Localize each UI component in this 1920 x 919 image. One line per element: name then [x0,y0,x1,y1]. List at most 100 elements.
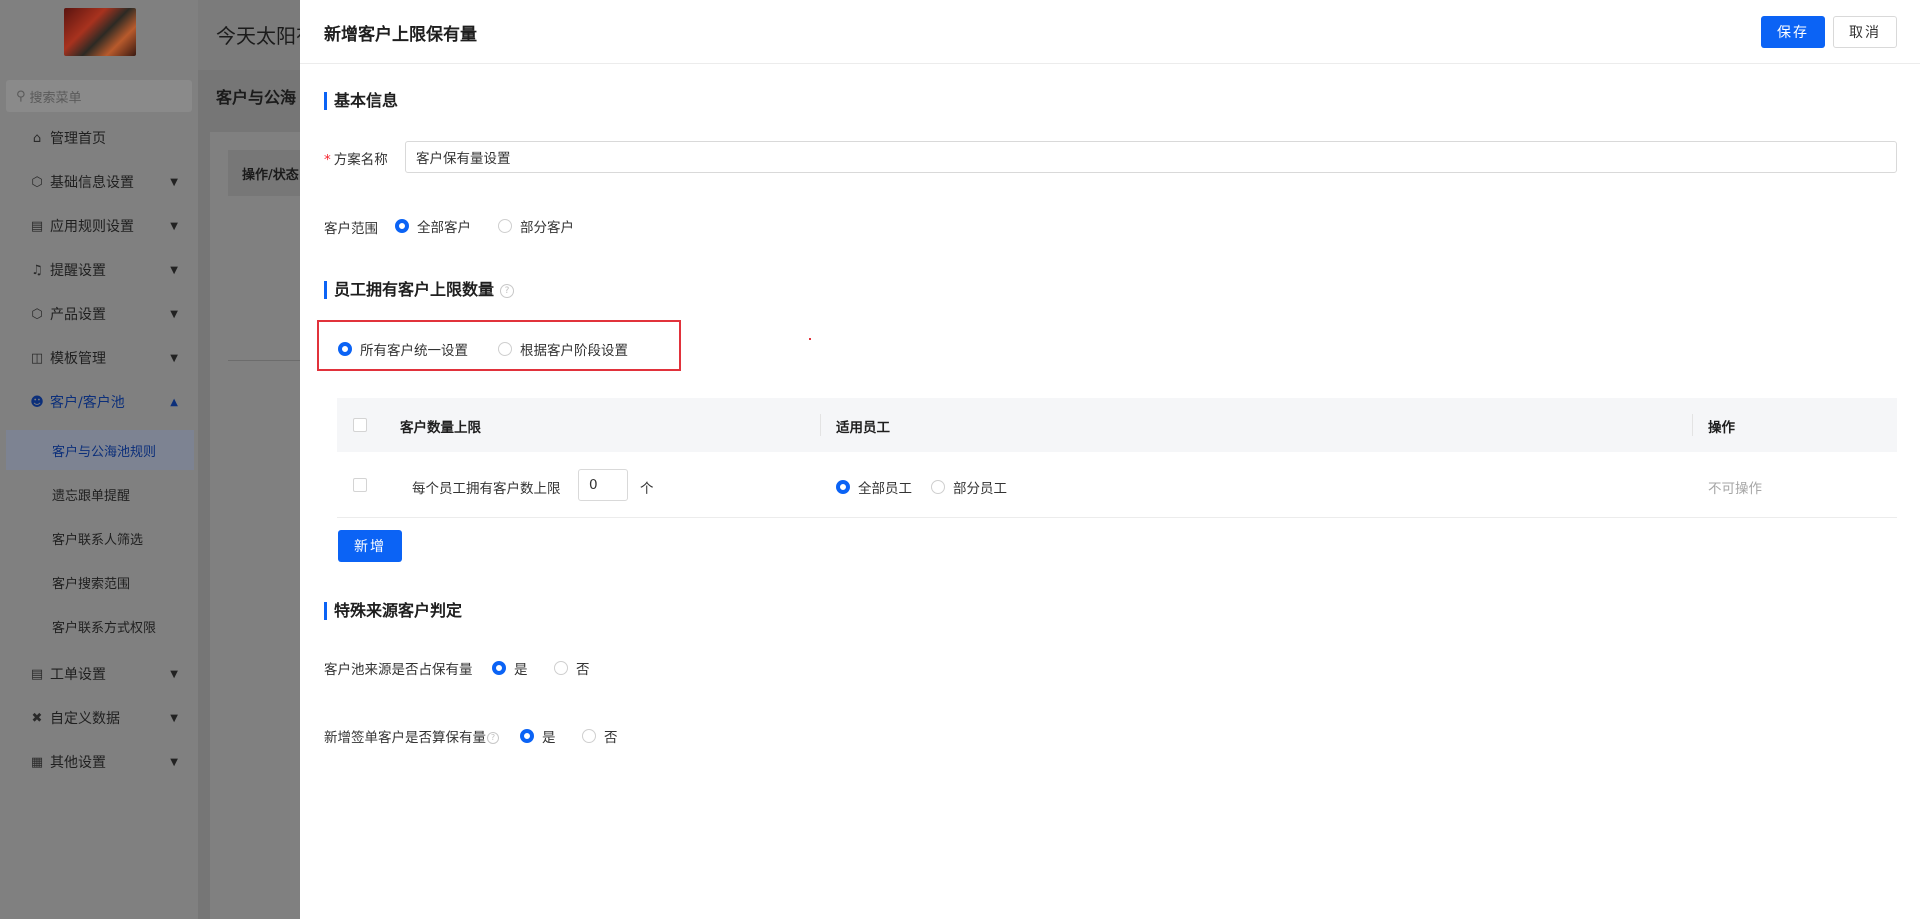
cube-icon: ⬡ [31,174,43,190]
sidebar-item-app-rules[interactable]: ▤ 应用规则设置 ▼ [0,206,198,246]
drawer-header: 新增客户上限保有量 保存 取消 [300,0,1920,64]
sidebar-item-label: 模板管理 [50,351,106,367]
radio-checked-icon [395,219,409,233]
help-icon[interactable]: ? [487,732,499,744]
save-button[interactable]: 保存 [1761,16,1825,48]
tools-icon: ✖ [31,710,43,726]
chevron-down-icon: ▼ [170,264,178,276]
sidebar-subitem-forgotten-reminder[interactable]: 遗忘跟单提醒 [6,474,194,514]
pool-source-no-radio[interactable]: 否 [554,658,590,678]
background-card [210,132,310,919]
sidebar-item-products[interactable]: ⬡ 产品设置 ▼ [0,294,198,334]
mode-by-stage-radio[interactable]: 根据客户阶段设置 [498,339,628,359]
sidebar-subitem-contact-permission[interactable]: 客户联系方式权限 [6,606,194,646]
document-icon: ▤ [30,218,44,234]
scheme-name-label-text: 方案名称 [333,152,388,168]
company-logo [64,8,136,56]
sidebar-subitem-pool-rules[interactable]: 客户与公海池规则 [6,430,194,470]
sidebar-subitem-label: 客户联系方式权限 [52,620,157,636]
sidebar-item-label: 提醒设置 [50,263,106,279]
required-mark: * [324,152,331,168]
users-icon: ☻ [30,394,44,410]
sidebar-subitem-contact-filter[interactable]: 客户联系人筛选 [6,518,194,558]
sidebar-item-label: 客户/客户池 [50,395,125,411]
sidebar-item-customers[interactable]: ☻ 客户/客户池 ▲ [0,382,198,422]
column-header-action: 操作 [1708,420,1735,436]
row-checkbox[interactable] [353,478,367,492]
sidebar-item-label: 管理首页 [50,131,106,147]
menu-search-placeholder: 搜索菜单 [29,90,82,106]
radio-checked-icon [492,661,506,675]
staff-all-radio[interactable]: 全部员工 [836,477,912,497]
sidebar-item-label: 其他设置 [50,755,106,771]
mode-unified-radio[interactable]: 所有客户统一设置 [338,339,468,359]
add-limit-drawer: 新增客户上限保有量 保存 取消 基本信息 *方案名称 客户范围 全部客户 部分客… [300,0,1920,919]
action-disabled-text: 不可操作 [1708,481,1762,497]
grid-icon: ▦ [30,754,44,770]
radio-checked-icon [520,729,534,743]
section-title-limit: 员工拥有客户上限数量? [324,281,515,299]
cube-icon: ⬡ [31,306,43,322]
section-title-basic-text: 基本信息 [334,91,399,110]
select-all-checkbox[interactable] [353,418,367,432]
menu-search-input[interactable]: ⚲ 搜索菜单 [6,80,192,112]
radio-label: 全部客户 [417,220,471,236]
limit-table-header [337,398,1897,452]
sidebar-item-basic-info[interactable]: ⬡ 基础信息设置 ▼ [0,162,198,202]
sidebar-item-reminders[interactable]: ♫ 提醒设置 ▼ [0,250,198,290]
sidebar-item-label: 产品设置 [50,307,106,323]
sidebar-subitem-label: 客户联系人筛选 [52,532,144,548]
section-title-basic: 基本信息 [324,92,398,110]
breadcrumb: 客户与公海 [216,88,297,107]
scheme-name-input[interactable] [405,141,1897,173]
sidebar-item-custom-data[interactable]: ✖ 自定义数据 ▼ [0,698,198,738]
sidebar-subitem-search-scope[interactable]: 客户搜索范围 [6,562,194,602]
signed-yes-radio[interactable]: 是 [520,726,556,746]
search-icon: ⚲ [16,88,26,104]
pool-source-label: 客户池来源是否占保有量 [324,662,473,678]
radio-label: 否 [576,662,590,678]
add-row-button[interactable]: 新增 [338,530,402,562]
help-icon[interactable]: ? [500,283,515,298]
chevron-down-icon: ▼ [170,176,178,188]
scheme-name-label: * 方案名称 [324,148,388,168]
section-title-special-text: 特殊来源客户判定 [334,601,463,620]
template-icon: ◫ [30,350,44,366]
radio-label: 根据客户阶段设置 [520,343,628,359]
background-table-header-label: 操作/状态 [242,168,299,183]
limit-unit: 个 [640,481,654,497]
chevron-down-icon: ▼ [170,352,178,364]
radio-label: 是 [514,662,528,678]
home-icon: ⌂ [32,130,42,146]
sidebar-item-tickets[interactable]: ▤ 工单设置 ▼ [0,654,198,694]
limit-value-input[interactable] [578,469,628,501]
sidebar-item-templates[interactable]: ◫ 模板管理 ▼ [0,338,198,378]
signed-customer-label: 新增签单客户是否算保有量? [324,726,499,746]
radio-label: 所有客户统一设置 [360,343,468,359]
column-header-staff: 适用员工 [836,420,890,436]
scope-all-customers-radio[interactable]: 全部客户 [395,216,471,236]
sidebar-item-other[interactable]: ▦ 其他设置 ▼ [0,742,198,782]
limit-per-staff-label: 每个员工拥有客户数上限 [412,481,561,497]
radio-unchecked-icon [931,480,945,494]
section-title-special: 特殊来源客户判定 [324,602,462,620]
sidebar-item-home[interactable]: ⌂ 管理首页 [0,118,198,158]
signed-no-radio[interactable]: 否 [582,726,618,746]
chevron-up-icon: ▲ [170,396,178,408]
ticket-icon: ▤ [30,666,44,682]
signed-customer-label-text: 新增签单客户是否算保有量 [324,730,486,746]
radio-label: 部分客户 [520,220,574,236]
column-header-limit: 客户数量上限 [400,420,481,436]
scope-partial-customers-radio[interactable]: 部分客户 [498,216,574,236]
cancel-button[interactable]: 取消 [1833,16,1897,48]
radio-label: 否 [604,730,618,746]
sidebar-subitem-label: 遗忘跟单提醒 [52,488,131,504]
chevron-down-icon: ▼ [170,220,178,232]
column-divider [1692,414,1693,436]
radio-label: 是 [542,730,556,746]
drawer-title: 新增客户上限保有量 [324,25,477,45]
staff-partial-radio[interactable]: 部分员工 [931,477,1007,497]
pool-source-yes-radio[interactable]: 是 [492,658,528,678]
annotation-dot [809,338,811,340]
sidebar-subitem-label: 客户搜索范围 [52,576,131,592]
